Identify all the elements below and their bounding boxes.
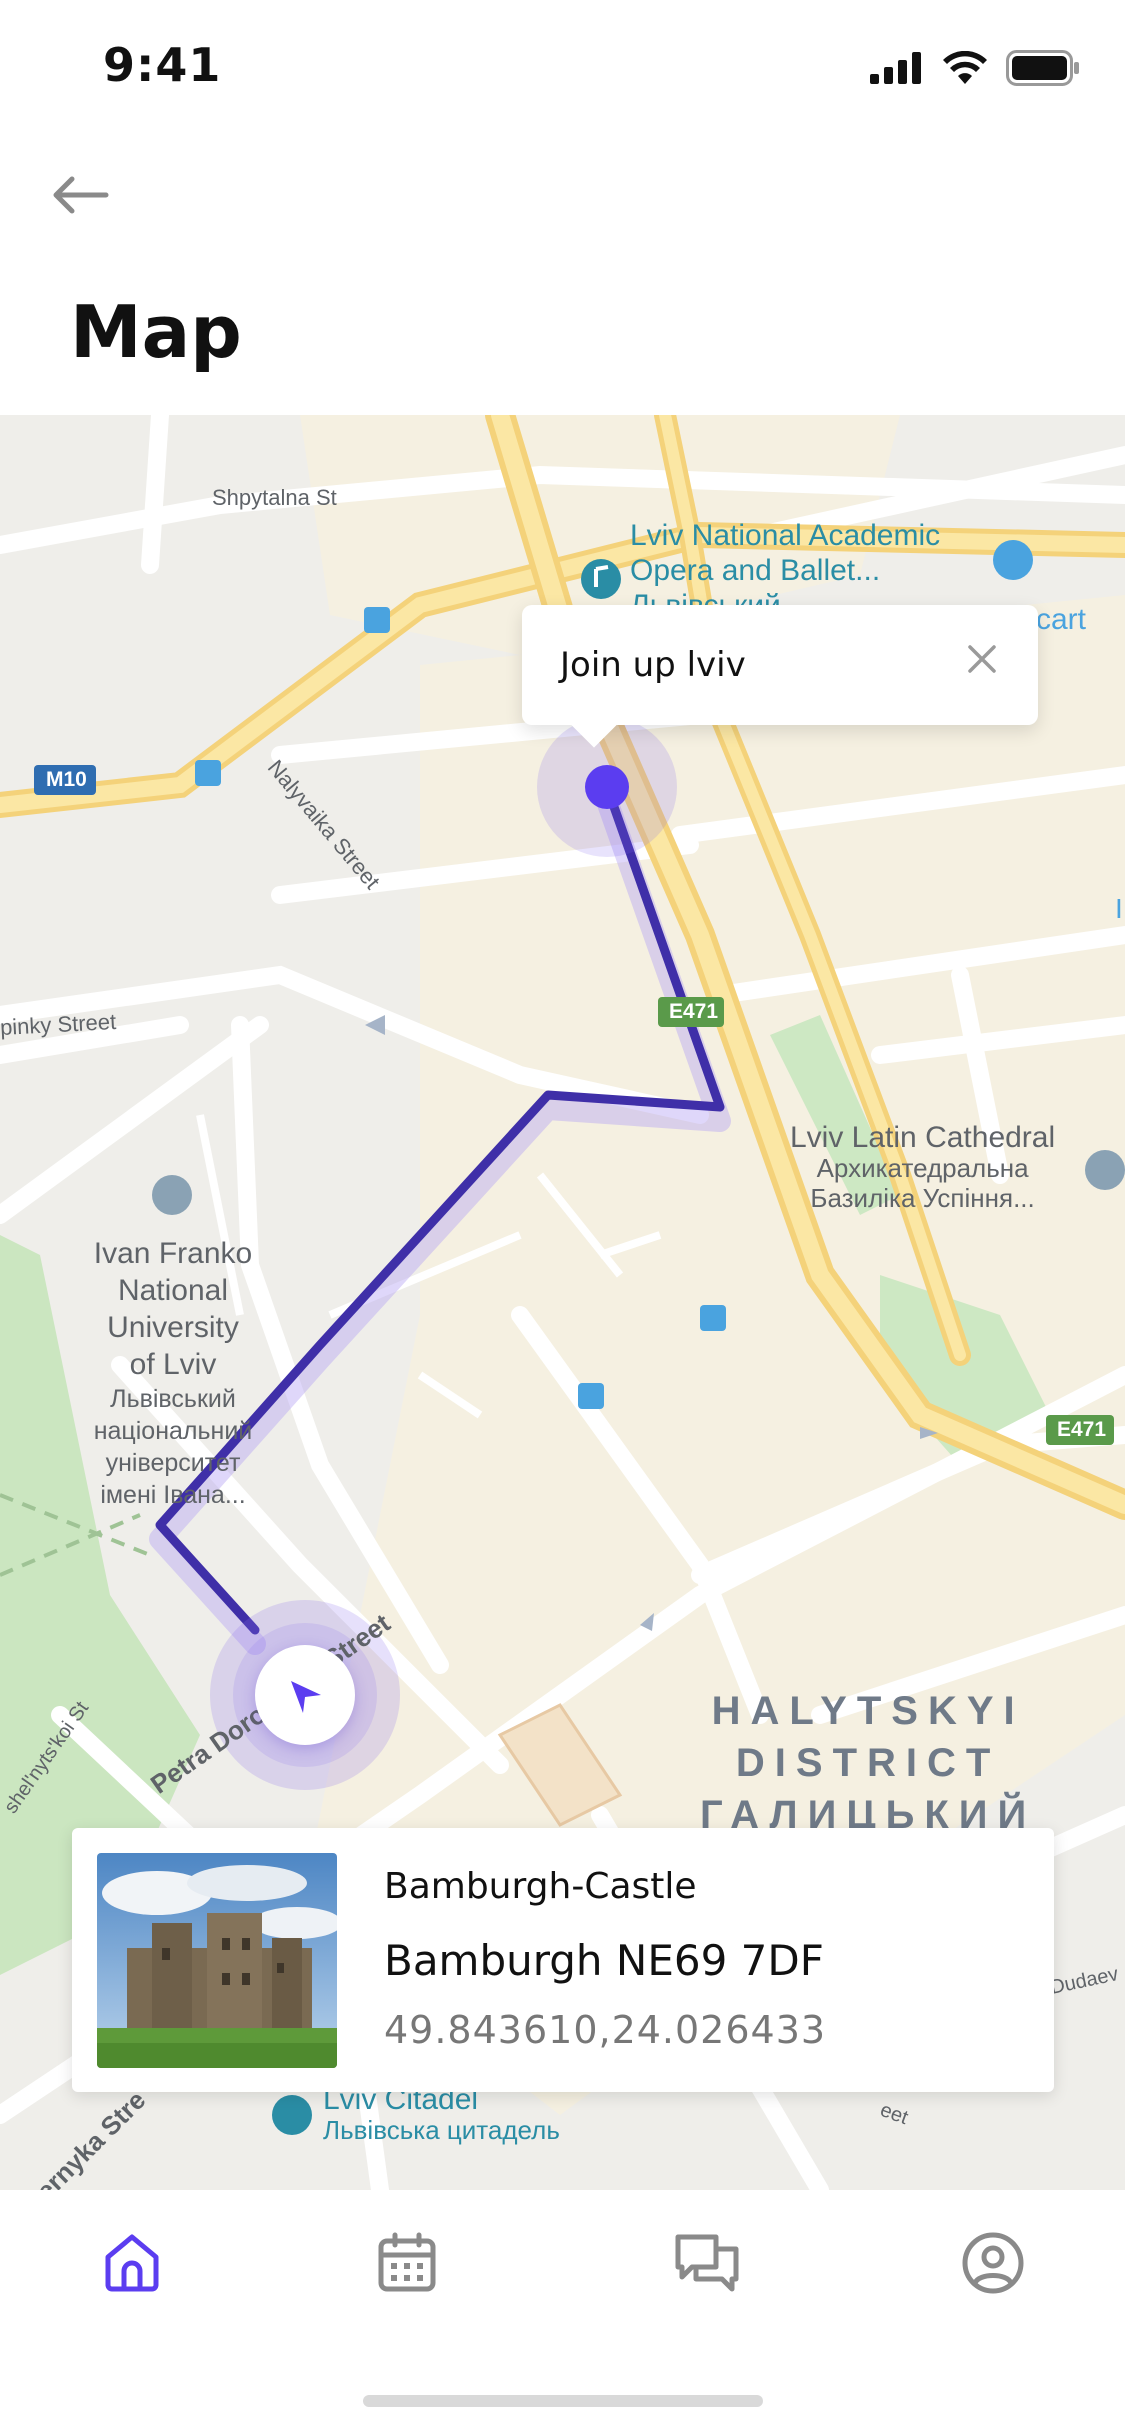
road-shield-m10: M10	[46, 768, 87, 791]
road-shield-e471: E471	[669, 1000, 719, 1023]
close-icon	[968, 645, 996, 673]
chat-icon	[675, 2234, 739, 2292]
poi-label-university: Ivan Franko National University of Lviv …	[68, 1235, 278, 1511]
road-shield-e471: E471	[1057, 1418, 1107, 1441]
popup-title: Join up lviv	[560, 645, 746, 685]
poi-university-line1: Ivan Franko	[93, 1237, 253, 1270]
current-location-button[interactable]	[255, 1645, 355, 1745]
wifi-icon	[943, 51, 987, 84]
poi-label-latin-cathedral: Lviv Latin Cathedral Архикатедральна Баз…	[790, 1121, 1056, 1214]
poi-label-cart: cart	[1036, 603, 1087, 636]
poi-opera-line1: Lviv National Academic	[630, 519, 941, 552]
district-line2: DISTRICT	[735, 1741, 1001, 1785]
poi-university-line3: University	[107, 1311, 239, 1344]
tab-profile[interactable]	[958, 2228, 1028, 2298]
place-card[interactable]: Bamburgh-Castle Bamburgh NE69 7DF 49.843…	[72, 1828, 1054, 2092]
tab-home[interactable]	[97, 2228, 167, 2298]
poi-university-line8: імені Івана...	[100, 1481, 246, 1509]
poi-opera-line2: Opera and Ballet...	[630, 554, 881, 587]
poi-cathedral-line3: Базиліка Успіння...	[810, 1183, 1035, 1213]
poi-cathedral-line2: Архикатедральна	[816, 1153, 1029, 1183]
place-name: Bamburgh-Castle	[384, 1866, 697, 1907]
popup-close-button[interactable]	[962, 639, 1002, 679]
poi-university-line7: університет	[105, 1449, 241, 1477]
status-time: 9:41	[103, 38, 222, 92]
home-icon	[105, 2234, 159, 2292]
status-bar: 9:41	[0, 0, 1125, 140]
location-popup[interactable]: Join up lviv	[522, 605, 1038, 748]
poi-university-line4: of Lviv	[129, 1348, 217, 1381]
place-address: Bamburgh NE69 7DF	[384, 1936, 824, 1985]
tab-messages[interactable]	[672, 2228, 742, 2298]
back-button[interactable]	[50, 170, 120, 220]
castle-photo	[97, 1853, 337, 2068]
poi-citadel-line2: Львівська цитадель	[323, 2115, 560, 2145]
district-label: HALYTSKYI DISTRICT ГАЛИЦЬКИЙ	[700, 1685, 1036, 1841]
destination-pin[interactable]	[537, 717, 677, 857]
poi-label-edge: I	[1115, 893, 1123, 924]
battery-icon	[1006, 50, 1079, 86]
poi-cathedral-line1: Lviv Latin Cathedral	[790, 1121, 1056, 1154]
poi-university-line2: National	[117, 1274, 229, 1307]
status-icons	[870, 48, 1080, 88]
arrow-left-icon	[53, 176, 109, 214]
street-label: Shpytalna St	[212, 485, 337, 510]
district-line1: HALYTSKYI	[711, 1689, 1025, 1733]
profile-icon	[962, 2232, 1024, 2294]
signal-icon	[870, 52, 921, 84]
poi-university-line5: Львівський	[110, 1385, 236, 1413]
calendar-icon	[378, 2232, 436, 2292]
page-title: Map	[70, 290, 242, 374]
navigation-arrow-icon	[291, 1681, 321, 1713]
home-indicator	[363, 2395, 763, 2407]
place-coordinates: 49.843610,24.026433	[384, 2008, 827, 2052]
poi-university-line6: національний	[93, 1417, 253, 1445]
poi-label-citadel: Lviv Citadel Львівська цитадель	[323, 2085, 560, 2146]
tab-calendar[interactable]	[372, 2228, 442, 2298]
